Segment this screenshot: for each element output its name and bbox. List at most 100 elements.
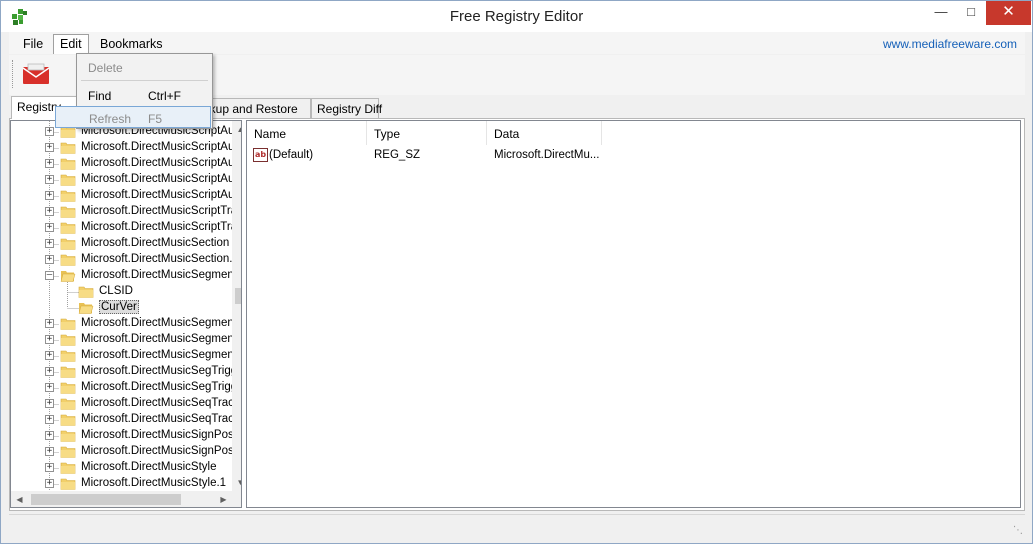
- tree-vertical-scrollbar[interactable]: ▲ ▼: [232, 121, 241, 491]
- expand-icon[interactable]: +: [45, 207, 54, 216]
- tree-node-label: Microsoft.DirectMusicSeqTrac: [81, 413, 234, 425]
- expand-icon[interactable]: +: [45, 479, 54, 488]
- tree-node-label: CLSID: [99, 285, 133, 297]
- tree-node-label: Microsoft.DirectMusicStyle: [81, 461, 217, 473]
- menu-bar: File Edit Bookmarks www.mediafreeware.co…: [9, 32, 1025, 54]
- collapse-icon[interactable]: –: [45, 271, 54, 280]
- tree-node-label: Microsoft.DirectMusicSegment: [81, 317, 237, 329]
- menu-item-find-label: Find: [88, 89, 112, 103]
- tree-node-label: Microsoft.DirectMusicSignPost: [81, 429, 237, 441]
- value-name[interactable]: (Default): [269, 149, 313, 161]
- tree-node-label: Microsoft.DirectMusicSignPost: [81, 445, 237, 457]
- folder-icon: [60, 365, 76, 378]
- value-data: Microsoft.DirectMu...: [494, 149, 600, 161]
- window-title: Free Registry Editor: [449, 8, 584, 25]
- expand-icon[interactable]: +: [45, 351, 54, 360]
- edit-menu-dropdown: Delete Find Ctrl+F Refresh F5: [55, 53, 213, 129]
- email-envelope-icon[interactable]: [22, 63, 50, 85]
- expand-icon[interactable]: +: [45, 335, 54, 344]
- folder-icon: [60, 349, 76, 362]
- expand-icon[interactable]: +: [45, 239, 54, 248]
- scroll-left-icon[interactable]: ◀: [11, 491, 28, 507]
- hscroll-thumb[interactable]: [31, 494, 181, 505]
- folder-icon: [60, 253, 76, 266]
- tree-node-label: Microsoft.DirectMusicSegment: [81, 269, 237, 281]
- expand-icon[interactable]: +: [45, 463, 54, 472]
- expand-icon[interactable]: +: [45, 415, 54, 424]
- tree-node-label: Microsoft.DirectMusicSegTrigg: [81, 365, 238, 377]
- folder-icon: [60, 333, 76, 346]
- expand-icon[interactable]: +: [45, 191, 54, 200]
- menu-separator: [81, 80, 208, 81]
- menu-item-find[interactable]: Find Ctrl+F: [78, 84, 211, 106]
- title-bar: Free Registry Editor — □ ✕: [1, 1, 1032, 32]
- tree-node-label: Microsoft.DirectMusicScriptAut: [81, 189, 238, 201]
- tree-node-label: CurVer: [99, 300, 139, 314]
- expand-icon[interactable]: +: [45, 399, 54, 408]
- expand-icon[interactable]: +: [45, 367, 54, 376]
- expand-icon[interactable]: +: [45, 255, 54, 264]
- tree-node-label: Microsoft.DirectMusicScriptTra: [81, 205, 238, 217]
- folder-icon: [60, 445, 76, 458]
- tab-registry-diff[interactable]: Registry Diff: [311, 98, 382, 118]
- expand-icon[interactable]: +: [45, 319, 54, 328]
- registry-tree[interactable]: + Microsoft.DirectMusicScriptAut + Microsof…: [10, 120, 242, 508]
- app-window: Free Registry Editor — □ ✕ File Edit Boo…: [0, 0, 1033, 544]
- tree-node-label: Microsoft.DirectMusicScriptAut: [81, 157, 238, 169]
- values-list[interactable]: Name Type Data ab (Default) REG_SZ Micro…: [246, 120, 1021, 508]
- expand-icon[interactable]: +: [45, 447, 54, 456]
- menu-item-delete-label: Delete: [88, 61, 123, 75]
- tree-node-label: Microsoft.DirectMusicStyle.1: [81, 477, 227, 489]
- expand-icon[interactable]: +: [45, 175, 54, 184]
- close-button[interactable]: ✕: [986, 1, 1031, 25]
- menu-edit[interactable]: Edit: [53, 34, 89, 54]
- tree-node-label: Microsoft.DirectMusicScriptTra: [81, 221, 238, 233]
- resize-grip-icon[interactable]: ⋱: [1013, 525, 1023, 536]
- tree-node-label: Microsoft.DirectMusicSection.1: [81, 253, 239, 265]
- expand-icon[interactable]: +: [45, 127, 54, 136]
- expand-icon[interactable]: +: [45, 383, 54, 392]
- menu-item-delete[interactable]: Delete: [78, 56, 211, 78]
- menu-item-refresh-label: Refresh: [89, 112, 132, 126]
- tree-node-label: Microsoft.DirectMusicScriptAut: [81, 141, 238, 153]
- expand-icon[interactable]: +: [45, 223, 54, 232]
- folder-icon: [60, 205, 76, 218]
- scroll-thumb[interactable]: [235, 288, 241, 304]
- menu-bookmarks[interactable]: Bookmarks: [93, 34, 170, 54]
- tree-horizontal-scrollbar[interactable]: ◀ ▶: [11, 491, 232, 507]
- folder-icon: [78, 285, 94, 298]
- value-type: REG_SZ: [374, 149, 421, 161]
- expand-icon[interactable]: +: [45, 431, 54, 440]
- column-header-data[interactable]: Data: [487, 121, 602, 145]
- folder-open-icon: [60, 269, 76, 282]
- tree-node-label: Microsoft.DirectMusicSection: [81, 237, 230, 249]
- expand-icon[interactable]: +: [45, 159, 54, 168]
- maximize-button[interactable]: □: [956, 1, 986, 25]
- string-value-icon: ab: [253, 148, 268, 162]
- tree-node-label: Microsoft.DirectMusicScriptAut: [81, 173, 238, 185]
- toolbar-grip[interactable]: [12, 60, 15, 88]
- scroll-up-icon[interactable]: ▲: [232, 121, 241, 138]
- expand-icon[interactable]: +: [45, 143, 54, 152]
- scroll-right-icon[interactable]: ▶: [215, 491, 232, 507]
- find-shortcut: Ctrl+F: [148, 89, 181, 103]
- tree-node-label: Microsoft.DirectMusicSeqTrac: [81, 397, 234, 409]
- folder-icon: [60, 381, 76, 394]
- folder-icon: [60, 189, 76, 202]
- folder-icon: [60, 461, 76, 474]
- tree-node-label: Microsoft.DirectMusicSegment: [81, 349, 237, 361]
- column-header-name[interactable]: Name: [247, 121, 367, 145]
- scroll-down-icon[interactable]: ▼: [232, 474, 241, 491]
- minimize-button[interactable]: —: [926, 1, 956, 25]
- folder-open-icon: [78, 301, 94, 314]
- folder-icon: [60, 317, 76, 330]
- tree-node-label: Microsoft.DirectMusicSegTrigg: [81, 381, 238, 393]
- menu-item-refresh[interactable]: Refresh F5: [55, 106, 211, 128]
- folder-icon: [60, 141, 76, 154]
- refresh-shortcut: F5: [148, 112, 163, 126]
- status-bar: ⋱: [9, 514, 1025, 538]
- menu-file[interactable]: File: [16, 34, 50, 54]
- website-link[interactable]: www.mediafreeware.com: [883, 37, 1017, 51]
- column-header-type[interactable]: Type: [367, 121, 487, 145]
- folder-icon: [60, 237, 76, 250]
